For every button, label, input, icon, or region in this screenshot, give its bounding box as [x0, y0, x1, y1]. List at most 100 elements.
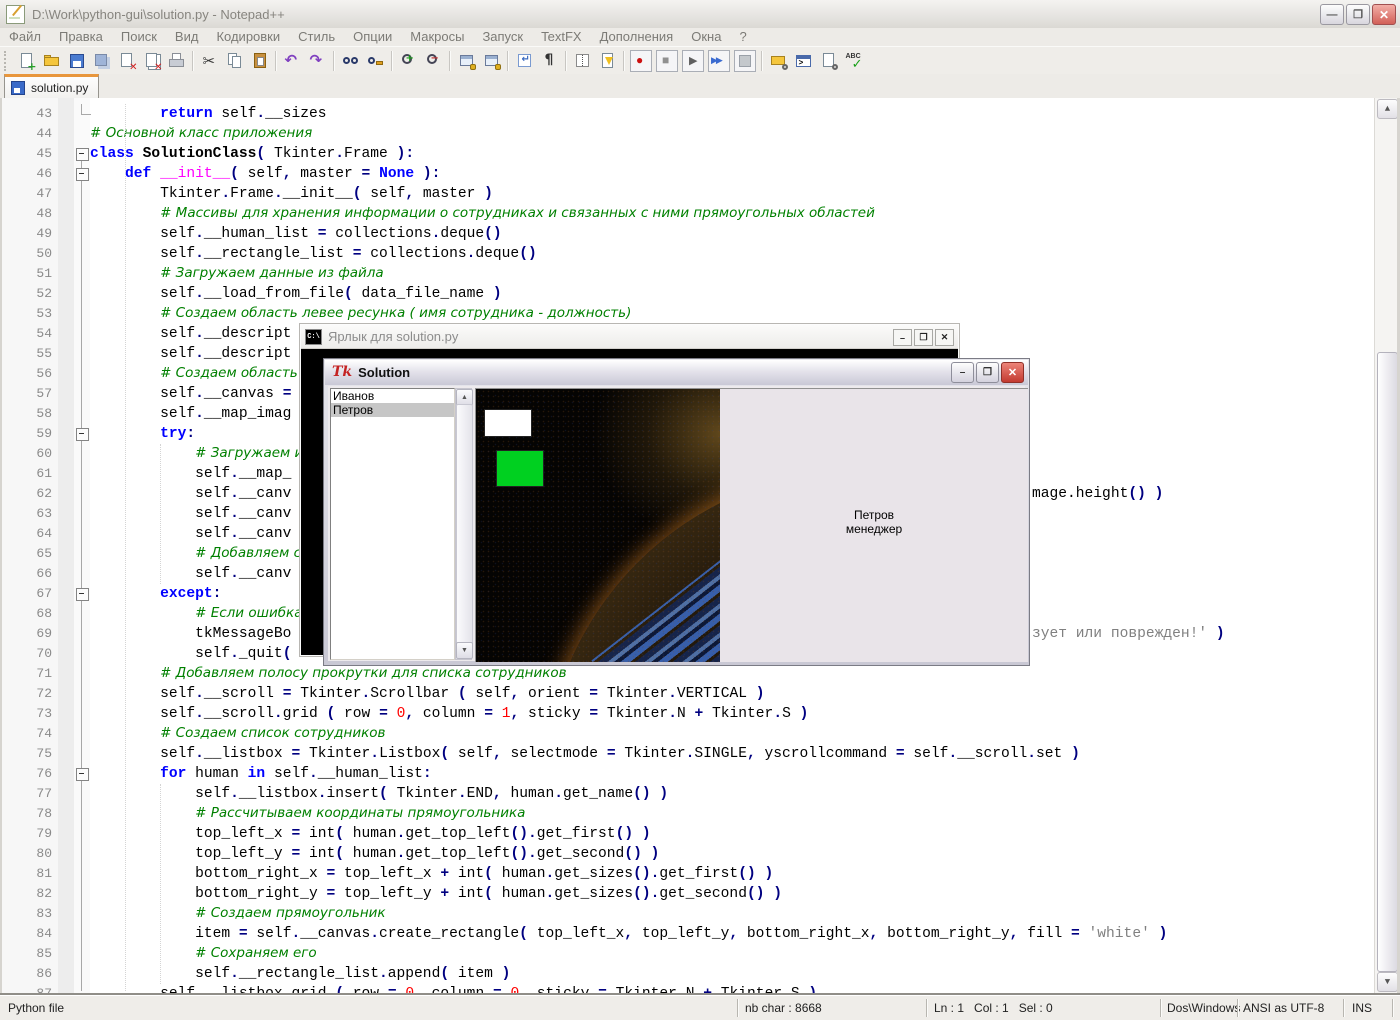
console-close-button[interactable]: ✕ — [935, 329, 954, 346]
code-line: bottom_right_y = top_left_y + int( human… — [90, 884, 782, 904]
menu-item-Поиск[interactable]: Поиск — [112, 28, 166, 46]
tk-icon: Tk — [332, 365, 352, 380]
scroll-down-button[interactable]: ▼ — [1377, 972, 1397, 992]
launch-in-explorer-icon — [770, 52, 788, 70]
menu-item-Дополнения[interactable]: Дополнения — [591, 28, 683, 46]
line-number: 70 — [2, 644, 52, 664]
undo-icon — [284, 52, 302, 70]
line-number: 52 — [2, 284, 52, 304]
show-all-characters-button[interactable] — [538, 50, 561, 73]
menu-item-Файл[interactable]: Файл — [0, 28, 50, 46]
tab-solution-py[interactable]: solution.py — [4, 74, 99, 98]
paste-button[interactable] — [248, 50, 271, 73]
menu-item-Окна[interactable]: Окна — [682, 28, 730, 46]
scroll-up-button[interactable]: ▲ — [1377, 99, 1397, 119]
fold-collapse-marker[interactable] — [76, 168, 89, 181]
solution-title-bar[interactable]: Tk Solution — [325, 360, 1028, 385]
listbox-scrollbar[interactable]: ▲ ▼ — [455, 388, 472, 660]
open-file-button[interactable] — [40, 50, 63, 73]
code-line: tkMessageBo — [90, 624, 291, 644]
macro-record-button[interactable] — [630, 50, 652, 72]
fold-collapse-marker[interactable] — [76, 768, 89, 781]
listbox-item-Иванов[interactable]: Иванов — [331, 389, 454, 403]
listbox-item-Петров[interactable]: Петров — [331, 403, 454, 417]
replace-icon — [367, 52, 385, 70]
bookmark-margin[interactable] — [58, 98, 74, 993]
line-number: 48 — [2, 204, 52, 224]
macro-save-icon — [736, 52, 754, 70]
code-line: # Если ошибка — [90, 604, 302, 624]
menu-item-?[interactable]: ? — [730, 28, 755, 46]
menu-item-Вид[interactable]: Вид — [166, 28, 208, 46]
doc-link-icon — [820, 52, 838, 70]
menu-item-Стиль[interactable]: Стиль — [289, 28, 344, 46]
fold-tail-marker — [81, 104, 91, 115]
close-button[interactable]: ✕ — [1372, 4, 1396, 25]
line-number: 51 — [2, 264, 52, 284]
restore-button[interactable]: ❐ — [1346, 4, 1370, 25]
zoom-out-button[interactable] — [422, 50, 445, 73]
cut-button[interactable] — [198, 50, 221, 73]
open-console-button[interactable] — [792, 50, 815, 73]
menu-item-TextFX[interactable]: TextFX — [532, 28, 590, 46]
save-all-button[interactable] — [90, 50, 113, 73]
fold-margin[interactable] — [74, 98, 90, 993]
sync-scroll-v-button[interactable] — [455, 50, 478, 73]
find-button[interactable] — [339, 50, 362, 73]
undo-button[interactable] — [281, 50, 304, 73]
employee-listbox[interactable]: ИвановПетров — [330, 388, 455, 660]
redo-button[interactable] — [306, 50, 329, 73]
macro-stop-icon — [658, 52, 676, 70]
code-line: self.__rectangle_list = collections.dequ… — [90, 244, 537, 264]
menu-item-Кодировки[interactable]: Кодировки — [207, 28, 289, 46]
macro-run-multiple-button[interactable] — [708, 50, 730, 72]
spell-check-button[interactable] — [842, 50, 865, 73]
close-all-icon — [143, 52, 161, 70]
solution-maximize-button[interactable]: ❐ — [976, 362, 999, 383]
fold-collapse-marker[interactable] — [76, 148, 89, 161]
menu-item-Опции[interactable]: Опции — [344, 28, 401, 46]
launch-in-explorer-button[interactable] — [767, 50, 790, 73]
scrollbar-thumb[interactable] — [1377, 352, 1397, 972]
macro-save-button[interactable] — [734, 50, 756, 72]
line-number: 53 — [2, 304, 52, 324]
indent-guide-button[interactable] — [571, 50, 594, 73]
open-file-icon — [43, 52, 61, 70]
function-list-button[interactable] — [596, 50, 619, 73]
solution-close-button[interactable]: ✕ — [1001, 362, 1024, 383]
fold-collapse-marker[interactable] — [76, 428, 89, 441]
line-number: 63 — [2, 504, 52, 524]
white-rectangle[interactable] — [484, 409, 532, 437]
map-canvas[interactable]: Петров менеджер — [475, 388, 1028, 662]
menu-item-Запуск[interactable]: Запуск — [473, 28, 532, 46]
macro-stop-button[interactable] — [656, 50, 678, 72]
sync-scroll-h-button[interactable] — [480, 50, 503, 73]
new-file-button[interactable] — [15, 50, 38, 73]
fold-collapse-marker[interactable] — [76, 588, 89, 601]
minimize-button[interactable]: — — [1320, 4, 1344, 25]
cut-icon — [201, 52, 219, 70]
doc-link-button[interactable] — [817, 50, 840, 73]
console-minimize-button[interactable]: – — [893, 329, 912, 346]
zoom-in-button[interactable] — [397, 50, 420, 73]
code-line: self.__listbox.insert( Tkinter.END, huma… — [90, 784, 668, 804]
close-all-button[interactable] — [140, 50, 163, 73]
print-button[interactable] — [165, 50, 188, 73]
listbox-scroll-down-button[interactable]: ▼ — [456, 642, 473, 659]
solution-window[interactable]: Tk Solution – ❐ ✕ ИвановПетров ▲ ▼ — [323, 358, 1030, 666]
solution-minimize-button[interactable]: – — [951, 362, 974, 383]
copy-button[interactable] — [223, 50, 246, 73]
line-number: 76 — [2, 764, 52, 784]
green-rectangle[interactable] — [496, 450, 544, 487]
word-wrap-button[interactable] — [513, 50, 536, 73]
menu-item-Макросы[interactable]: Макросы — [401, 28, 473, 46]
macro-play-button[interactable] — [682, 50, 704, 72]
close-file-button[interactable] — [115, 50, 138, 73]
save-file-button[interactable] — [65, 50, 88, 73]
replace-button[interactable] — [364, 50, 387, 73]
console-title-bar[interactable]: C:\ Ярлык для solution.py – ❐ ✕ — [301, 325, 958, 349]
menu-item-Правка[interactable]: Правка — [50, 28, 112, 46]
editor-vertical-scrollbar[interactable]: ▲ ▼ — [1374, 98, 1397, 993]
console-maximize-button[interactable]: ❐ — [914, 329, 933, 346]
listbox-scrollbar-thumb[interactable] — [456, 404, 473, 646]
